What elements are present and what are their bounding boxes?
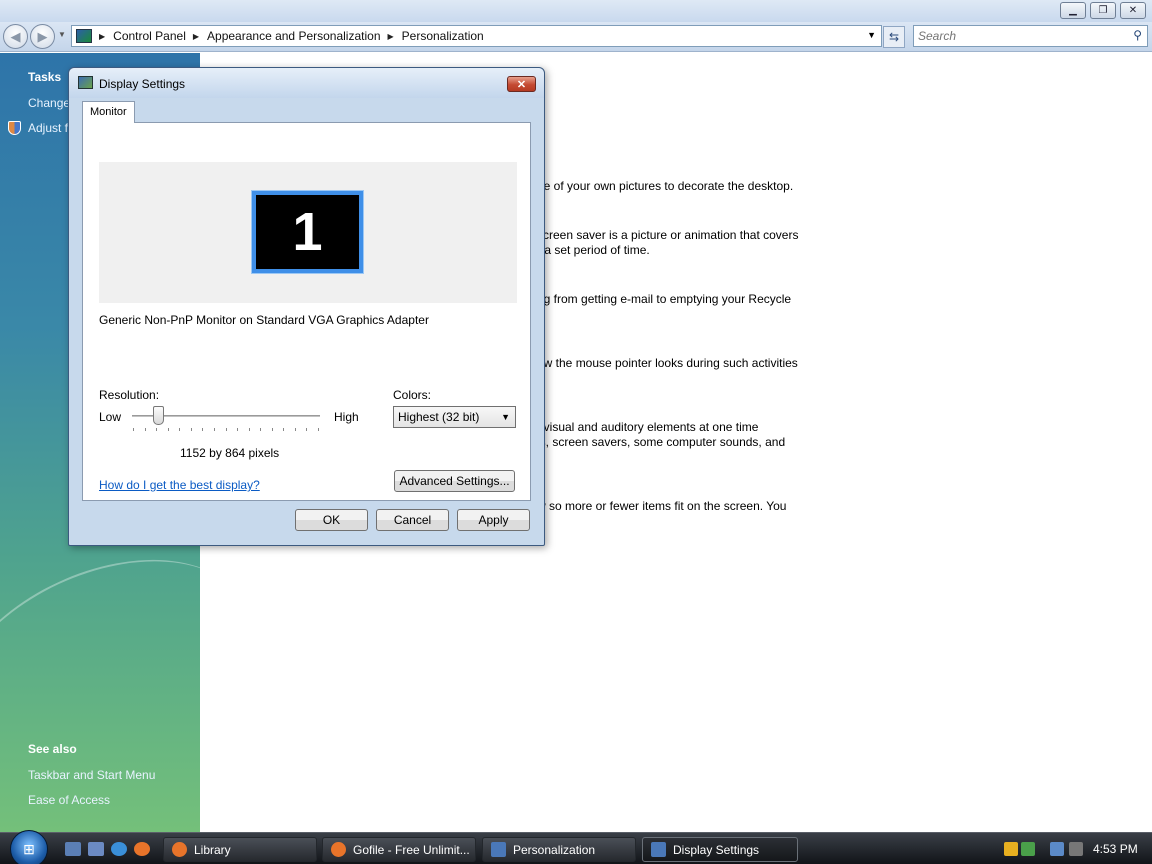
- background-swoosh: [0, 514, 200, 832]
- tasks-heading: Tasks: [28, 70, 62, 84]
- volume-muted-icon[interactable]: [1069, 842, 1083, 856]
- colors-selected-value: Highest (32 bit): [398, 410, 480, 424]
- resolution-slider-thumb[interactable]: [153, 406, 164, 425]
- advanced-settings-button[interactable]: Advanced Settings...: [394, 470, 515, 492]
- colors-label: Colors:: [393, 388, 432, 402]
- breadcrumb-separator-icon[interactable]: ▶: [193, 32, 199, 41]
- address-dropdown-icon[interactable]: ▼: [867, 30, 876, 40]
- colors-select[interactable]: Highest (32 bit) ▼: [393, 406, 516, 428]
- search-icon[interactable]: ⚲: [1133, 28, 1142, 42]
- resolution-label: Resolution:: [99, 388, 160, 402]
- content-text-line: ne of your own pictures to decorate the …: [537, 179, 794, 193]
- see-also-taskbar-link[interactable]: Taskbar and Start Menu: [28, 768, 155, 782]
- taskbar-button-label: Library: [194, 842, 231, 857]
- taskbar: ⊞ Library Gofile - Free Unlimit... Perso…: [0, 830, 1152, 864]
- navigation-bar: ◀ ▶ ▼ ▶ Control Panel ▶ Appearance and P…: [0, 22, 1152, 52]
- windows-update-icon[interactable]: [1021, 842, 1035, 856]
- content-text-line: r a set period of time.: [537, 243, 650, 257]
- breadcrumb-appearance[interactable]: Appearance and Personalization: [207, 29, 380, 43]
- start-button[interactable]: ⊞: [10, 830, 48, 864]
- address-bar[interactable]: ▶ Control Panel ▶ Appearance and Persona…: [71, 25, 882, 47]
- resolution-low-label: Low: [99, 410, 122, 424]
- forward-arrow-icon: ▶: [37, 28, 48, 44]
- task-link-adjust[interactable]: Adjust f: [28, 121, 68, 135]
- close-window-button[interactable]: ✕: [1120, 2, 1146, 19]
- resolution-high-label: High: [334, 410, 359, 424]
- refresh-icon: ⇆: [888, 30, 900, 44]
- network-icon[interactable]: [1050, 842, 1064, 856]
- see-also-ease-of-access-link[interactable]: Ease of Access: [28, 793, 110, 807]
- internet-explorer-icon[interactable]: [111, 842, 127, 856]
- control-panel-icon: [76, 29, 92, 43]
- taskbar-button-label: Display Settings: [673, 842, 760, 857]
- content-text-line: ls, screen savers, some computer sounds,…: [537, 435, 786, 449]
- content-text-line: w so more or fewer items fit on the scre…: [537, 499, 787, 513]
- shield-icon: [8, 121, 21, 135]
- back-arrow-icon: ◀: [10, 28, 21, 44]
- restore-button[interactable]: ❐: [1090, 2, 1116, 19]
- apply-button[interactable]: Apply: [457, 509, 530, 531]
- breadcrumb-separator-icon[interactable]: ▶: [99, 32, 105, 41]
- breadcrumb-separator-icon[interactable]: ▶: [388, 32, 394, 41]
- monitor-arrangement-area: 1: [99, 162, 517, 303]
- firefox-icon[interactable]: [134, 842, 150, 856]
- dialog-titlebar[interactable]: Display Settings ✕: [69, 68, 544, 98]
- see-also-heading: See also: [28, 742, 77, 756]
- task-link-change[interactable]: Change: [28, 96, 70, 110]
- display-settings-icon: [651, 842, 666, 857]
- windows-logo-icon: ⊞: [23, 840, 35, 857]
- firefox-icon: [172, 842, 187, 857]
- resolution-value: 1152 by 864 pixels: [180, 446, 280, 460]
- taskbar-button-display-settings[interactable]: Display Settings: [642, 837, 798, 862]
- recent-pages-dropdown[interactable]: ▼: [58, 30, 66, 39]
- cancel-button[interactable]: Cancel: [376, 509, 449, 531]
- window-titlebar: ▁ ❐ ✕: [0, 0, 1152, 22]
- display-settings-icon: [78, 76, 93, 89]
- taskbar-clock[interactable]: 4:53 PM: [1093, 842, 1138, 856]
- taskbar-button-label: Gofile - Free Unlimit...: [353, 842, 470, 857]
- monitor-description: Generic Non-PnP Monitor on Standard VGA …: [99, 313, 429, 327]
- dialog-close-button[interactable]: ✕: [507, 76, 536, 92]
- forward-button[interactable]: ▶: [30, 24, 55, 49]
- content-text-line: ng from getting e-mail to emptying your …: [537, 292, 792, 306]
- chevron-down-icon: ▼: [501, 412, 510, 422]
- breadcrumb-control-panel[interactable]: Control Panel: [113, 29, 186, 43]
- display-settings-dialog: Display Settings ✕ Monitor 1 Generic Non…: [68, 67, 545, 546]
- refresh-button[interactable]: ⇆: [883, 26, 905, 48]
- resolution-slider-ticks: [133, 428, 319, 432]
- show-desktop-icon[interactable]: [65, 842, 81, 856]
- ok-button[interactable]: OK: [295, 509, 368, 531]
- content-text-line: f visual and auditory elements at one ti…: [537, 420, 759, 434]
- taskbar-button-gofile[interactable]: Gofile - Free Unlimit...: [322, 837, 476, 862]
- best-display-help-link[interactable]: How do I get the best display?: [99, 478, 260, 492]
- switch-windows-icon[interactable]: [88, 842, 104, 856]
- content-text-line: ow the mouse pointer looks during such a…: [537, 356, 798, 370]
- breadcrumb-personalization[interactable]: Personalization: [402, 29, 484, 43]
- dialog-title: Display Settings: [99, 77, 186, 91]
- search-input[interactable]: [914, 26, 1114, 46]
- content-text-line: screen saver is a picture or animation t…: [537, 228, 799, 242]
- taskbar-button-personalization[interactable]: Personalization: [482, 837, 636, 862]
- back-button[interactable]: ◀: [3, 24, 28, 49]
- window-controls: ▁ ❐ ✕: [1060, 2, 1146, 19]
- security-shield-icon[interactable]: [1004, 842, 1018, 856]
- monitor-tab-panel: 1 Generic Non-PnP Monitor on Standard VG…: [82, 122, 531, 501]
- search-box[interactable]: ⚲: [913, 25, 1148, 47]
- taskbar-button-label: Personalization: [513, 842, 596, 857]
- firefox-icon: [331, 842, 346, 857]
- tab-monitor[interactable]: Monitor: [82, 101, 135, 123]
- close-icon: ✕: [516, 78, 527, 91]
- monitor-number: 1: [292, 202, 323, 262]
- minimize-button[interactable]: ▁: [1060, 2, 1086, 19]
- taskbar-button-library[interactable]: Library: [163, 837, 317, 862]
- control-panel-icon: [491, 842, 506, 857]
- monitor-1-tile[interactable]: 1: [251, 190, 364, 274]
